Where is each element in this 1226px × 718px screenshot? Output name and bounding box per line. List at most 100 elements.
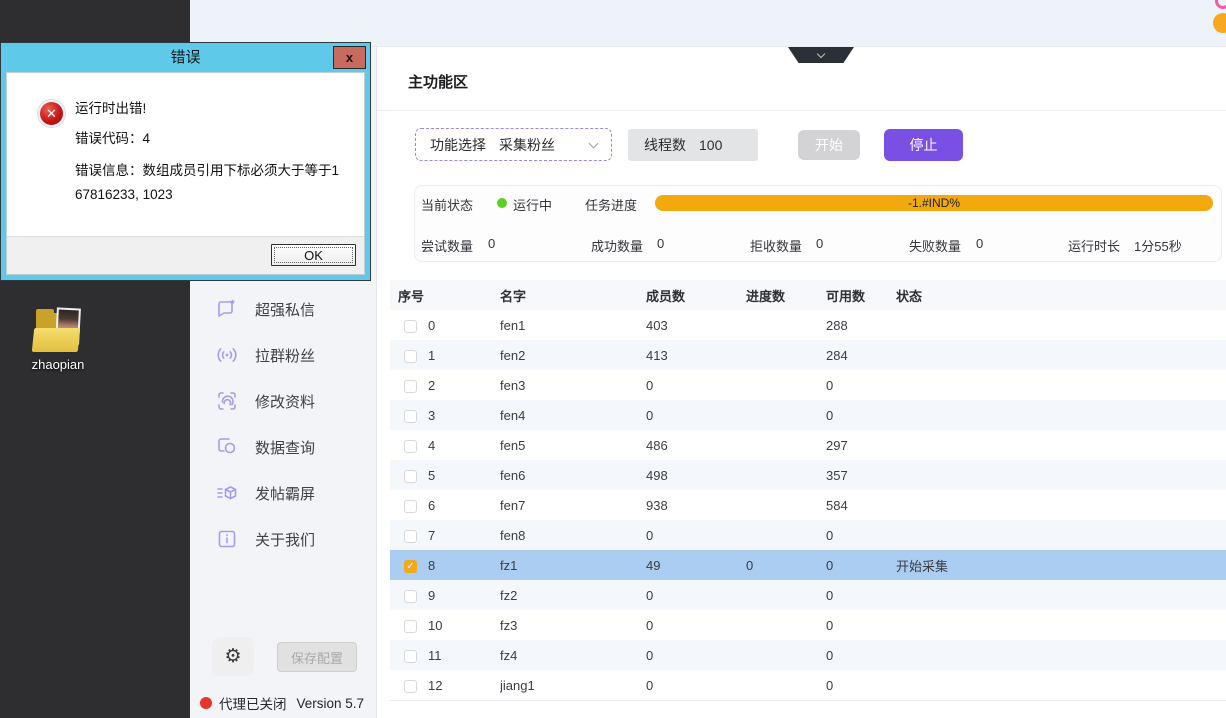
cell-name: fen6 (500, 468, 646, 483)
dialog-titlebar[interactable]: 错误 x (1, 43, 370, 72)
dialog-footer: OK (7, 236, 364, 274)
chevron-down-icon (589, 138, 599, 148)
counter-label: 成功数量 (591, 236, 643, 255)
sidebar-item-label: 拉群粉丝 (255, 345, 315, 366)
col-header-status: 状态 (896, 286, 1226, 305)
cell-index: 0 (428, 318, 500, 333)
broadcast-icon (215, 343, 239, 367)
row-checkbox[interactable] (404, 380, 417, 393)
sidebar-item-private-message[interactable]: 超强私信 (190, 294, 376, 324)
desktop-icon-label: zhaopian (26, 357, 90, 372)
settings-button[interactable]: ⚙ (212, 637, 254, 676)
table-row[interactable]: 4 fen5 486 297 (390, 430, 1226, 460)
row-checkbox[interactable]: ✓ (404, 560, 417, 573)
chat-star-icon (215, 297, 239, 321)
row-checkbox[interactable] (404, 650, 417, 663)
table-row[interactable]: 12 jiang1 0 0 (390, 670, 1226, 700)
table-row[interactable]: 7 fen8 0 0 (390, 520, 1226, 550)
counter-value: 0 (816, 236, 823, 251)
cell-available: 357 (826, 468, 896, 483)
cell-available: 0 (826, 618, 896, 633)
counter-value: 0 (657, 236, 664, 251)
row-checkbox[interactable] (404, 620, 417, 633)
app-top-band (190, 0, 1226, 47)
cell-index: 1 (428, 348, 500, 363)
task-progress-text: -1.#IND% (908, 196, 960, 210)
cell-members: 486 (646, 438, 746, 453)
dialog-body: ✕ 运行时出错! 错误代码：4 错误信息：数组成员引用下标必须大于等于1 678… (6, 72, 365, 275)
thread-count-label: 线程数 (644, 135, 686, 155)
table-row[interactable]: 6 fen7 938 584 (390, 490, 1226, 520)
cell-index: 9 (428, 588, 500, 603)
row-checkbox[interactable] (404, 530, 417, 543)
cell-members: 0 (646, 588, 746, 603)
cell-index: 8 (428, 558, 500, 573)
save-config-button[interactable]: 保存配置 (277, 642, 357, 672)
cell-members: 49 (646, 558, 746, 573)
table-row[interactable]: 2 fen3 0 0 (390, 370, 1226, 400)
cell-index: 4 (428, 438, 500, 453)
error-dialog: 错误 x ✕ 运行时出错! 错误代码：4 错误信息：数组成员引用下标必须大于等于… (0, 42, 371, 281)
status-panel: 当前状态 运行中 任务进度 -1.#IND% 尝试数量 0 成功数量 0 拒收数… (414, 185, 1222, 262)
cell-available: 284 (826, 348, 896, 363)
row-checkbox[interactable] (404, 470, 417, 483)
stop-button[interactable]: 停止 (884, 129, 963, 161)
row-checkbox[interactable] (404, 350, 417, 363)
main-panel: 主功能区 功能选择 采集粉丝 线程数 100 开始 停止 当前状态 运行中 任务… (377, 47, 1226, 718)
counter-value: 0 (488, 236, 495, 251)
sidebar-item-about-us[interactable]: 关于我们 (190, 524, 376, 554)
version-text: Version 5.7 (297, 696, 365, 711)
dialog-title: 错误 (1, 43, 370, 72)
close-icon[interactable]: x (333, 46, 366, 69)
table-row[interactable]: 3 fen4 0 0 (390, 400, 1226, 430)
table-row[interactable]: 10 fz3 0 0 (390, 610, 1226, 640)
start-button[interactable]: 开始 (798, 130, 860, 160)
cell-available: 288 (826, 318, 896, 333)
chevron-down-icon (817, 49, 825, 57)
cell-members: 0 (646, 678, 746, 693)
folder-photo-icon (32, 308, 84, 354)
cell-available: 0 (826, 588, 896, 603)
error-message-line1: 运行时出错! (75, 97, 146, 117)
sidebar-item-post-screen[interactable]: 发帖霸屏 (190, 478, 376, 508)
sidebar-item-label: 超强私信 (255, 299, 315, 320)
col-header-members: 成员数 (646, 286, 746, 305)
table-row[interactable]: 1 fen2 413 284 (390, 340, 1226, 370)
cell-members: 0 (646, 408, 746, 423)
cell-name: jiang1 (500, 678, 646, 693)
col-header-index: 序号 (390, 286, 500, 305)
section-title: 主功能区 (408, 71, 468, 92)
table-row[interactable]: 11 fz4 0 0 (390, 640, 1226, 670)
proxy-status-row: 代理已关闭 Version 5.7 (200, 693, 364, 713)
running-status-dot (497, 198, 507, 208)
desktop-folder-zhaopian[interactable]: zhaopian (26, 308, 90, 372)
table-row[interactable]: 9 fz2 0 0 (390, 580, 1226, 610)
sidebar-item-group-fans[interactable]: 拉群粉丝 (190, 340, 376, 370)
cell-available: 297 (826, 438, 896, 453)
sidebar-item-label: 数据查询 (255, 437, 315, 458)
thread-count-input[interactable]: 线程数 100 (628, 129, 758, 161)
cell-index: 6 (428, 498, 500, 513)
row-checkbox[interactable] (404, 320, 417, 333)
row-checkbox[interactable] (404, 590, 417, 603)
sidebar-item-label: 修改资料 (255, 391, 315, 412)
ok-button[interactable]: OK (271, 244, 356, 266)
row-checkbox[interactable] (404, 680, 417, 693)
cell-name: fz4 (500, 648, 646, 663)
row-checkbox[interactable] (404, 410, 417, 423)
table-row[interactable]: 5 fen6 498 357 (390, 460, 1226, 490)
sidebar-item-edit-profile[interactable]: 修改资料 (190, 386, 376, 416)
cell-progress: 0 (746, 558, 826, 573)
col-header-name: 名字 (500, 286, 646, 305)
row-checkbox[interactable] (404, 500, 417, 513)
sidebar-item-data-query[interactable]: 数据查询 (190, 432, 376, 462)
function-select-dropdown[interactable]: 功能选择 采集粉丝 (415, 128, 612, 161)
decor-dot-icon (1213, 13, 1226, 33)
row-checkbox[interactable] (404, 440, 417, 453)
table-row[interactable]: 0 fen1 403 288 (390, 310, 1226, 340)
collapse-tab[interactable] (788, 47, 854, 63)
table-row[interactable]: ✓ 8 fz1 49 0 0 开始采集 (390, 550, 1226, 580)
error-message-line4: 67816233, 1023 (75, 187, 173, 202)
cell-available: 0 (826, 408, 896, 423)
cell-name: fen7 (500, 498, 646, 513)
